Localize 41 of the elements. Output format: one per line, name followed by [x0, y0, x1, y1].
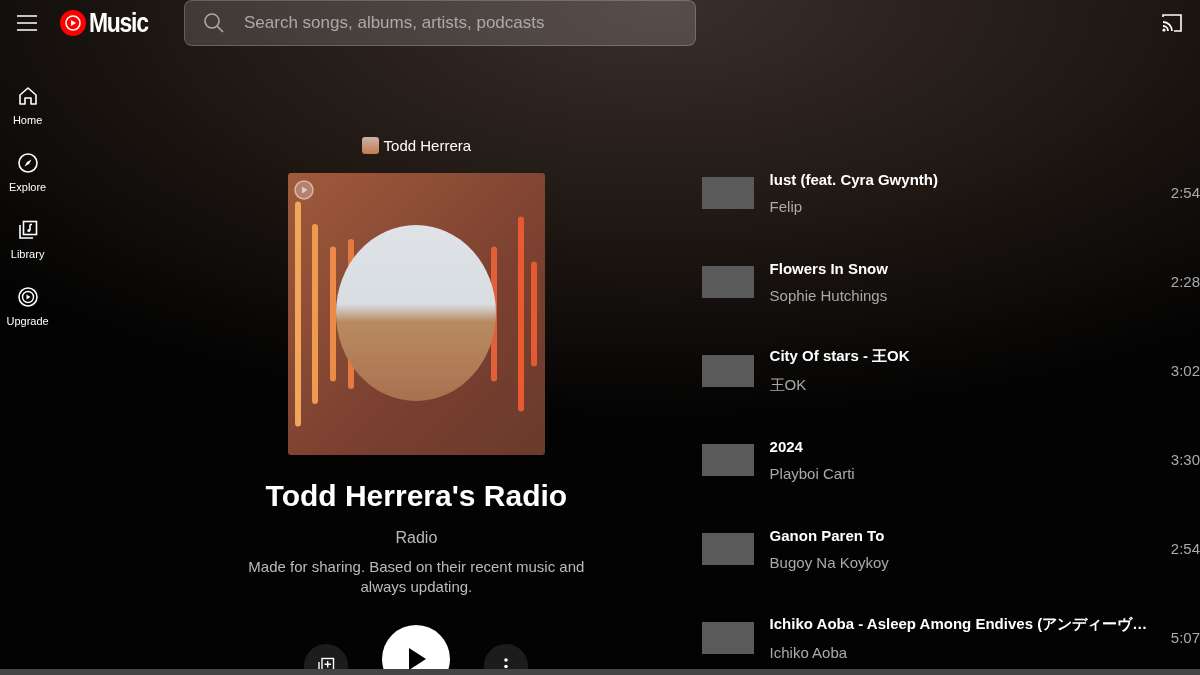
- track-artist[interactable]: Sophie Hutchings: [769, 286, 1171, 304]
- nav-item[interactable]: Home: [12, 84, 43, 126]
- track-title[interactable]: lust (feat. Cyra Gwynth): [769, 170, 1171, 188]
- track-duration: 2:54: [1170, 540, 1200, 557]
- playlist-title: Todd Herrera's Radio: [265, 479, 568, 513]
- track-artist[interactable]: 王OK: [769, 375, 1171, 395]
- logo-text[interactable]: Music: [89, 7, 148, 39]
- compass-icon: [15, 151, 40, 175]
- track-duration: 2:54: [1170, 184, 1200, 201]
- avatar-thumbnail: [361, 136, 379, 154]
- playlist-description: Made for sharing. Based on their recent music and always updating.: [247, 557, 586, 597]
- track-duration: 2:28: [1170, 273, 1200, 290]
- track-duration: 5:07: [1170, 629, 1200, 646]
- nav-item[interactable]: Library: [10, 218, 45, 260]
- more-icon: [504, 657, 509, 669]
- track-duration: 3:02: [1170, 362, 1200, 379]
- track-artist[interactable]: Bugoy Na Koykoy: [769, 553, 1171, 571]
- cast-icon[interactable]: [1160, 12, 1184, 34]
- play-circle-icon: [15, 285, 40, 309]
- track-artist[interactable]: Ichiko Aoba: [769, 643, 1171, 661]
- track-title[interactable]: Ichiko Aoba - Asleep Among Endives (アンディーヴ…: [769, 614, 1171, 634]
- track-title[interactable]: Flowers In Snow: [769, 259, 1171, 277]
- logo-icon[interactable]: [60, 10, 86, 36]
- thumbnail-placeholder[interactable]: [701, 532, 754, 565]
- track-artist[interactable]: Playboi Carti: [769, 464, 1171, 482]
- nav-item[interactable]: Upgrade: [6, 285, 49, 327]
- track-title[interactable]: Ganon Paren To: [769, 526, 1171, 544]
- track-duration: 3:30: [1170, 451, 1200, 468]
- thumbnail-placeholder[interactable]: [701, 265, 754, 298]
- owner-name[interactable]: Todd Herrera: [383, 136, 472, 154]
- thumbnail-placeholder[interactable]: [701, 621, 754, 654]
- playlist-type: Radio: [395, 529, 438, 547]
- track-artist[interactable]: Felip: [769, 197, 1171, 215]
- nav-item[interactable]: Explore: [8, 151, 47, 193]
- track-title[interactable]: 2024: [769, 437, 1171, 455]
- menu-icon[interactable]: [16, 14, 38, 32]
- thumbnail-placeholder[interactable]: [701, 176, 754, 209]
- play-circle-icon: [293, 180, 314, 200]
- track-title[interactable]: City Of stars - 王OK: [769, 346, 1171, 366]
- thumbnail-placeholder[interactable]: [701, 354, 754, 387]
- thumbnail-placeholder[interactable]: [701, 443, 754, 476]
